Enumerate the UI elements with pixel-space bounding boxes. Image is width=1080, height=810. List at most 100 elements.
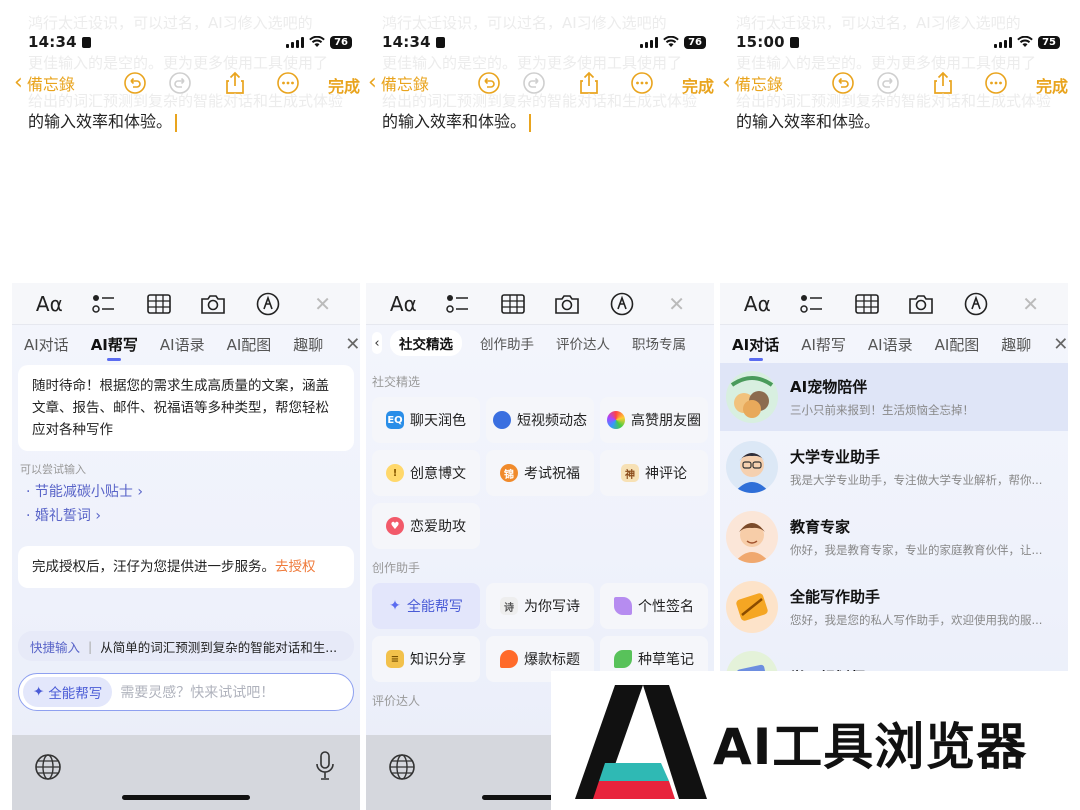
comment-icon: 神 — [621, 464, 639, 482]
tab-ai-chat[interactable]: AI对话 — [732, 334, 779, 355]
note-text[interactable]: 的输入效率和体验。 — [736, 108, 880, 132]
tab-ai-images[interactable]: AI配图 — [227, 334, 272, 355]
chip-label: 爆款标题 — [524, 652, 580, 668]
template-chip[interactable]: 个性签名 — [600, 583, 708, 629]
checklist-icon[interactable] — [89, 289, 119, 319]
chevron-left-icon[interactable]: ‹ — [372, 332, 382, 354]
clock: 15:00 — [736, 33, 785, 51]
quick-input-label: 快捷输入 — [30, 639, 81, 655]
authorize-link[interactable]: 去授权 — [275, 559, 316, 575]
template-chip[interactable]: 神神评论 — [600, 450, 708, 496]
microphone-icon[interactable] — [314, 751, 336, 781]
list-item[interactable]: 全能写作助手 您好，我是您的私人写作助手，欢迎使用我的服... — [720, 573, 1068, 641]
sprout-icon — [614, 650, 632, 668]
checklist-icon[interactable] — [443, 289, 473, 319]
lock-icon — [435, 36, 445, 48]
note-text[interactable]: 的输入效率和体验。 — [382, 108, 532, 132]
suggestion-link[interactable]: · 婚礼誓词 › — [26, 505, 101, 525]
format-text-button[interactable]: Aα — [388, 289, 418, 319]
list-item[interactable]: 教育专家 你好，我是教育专家，专业的家庭教育伙伴，让... — [720, 503, 1068, 571]
close-icon[interactable]: ✕ — [308, 289, 338, 319]
suggestion-link[interactable]: · 节能减碳小贴士 › — [26, 481, 143, 501]
tab-review-expert[interactable]: 评价达人 — [556, 333, 610, 353]
tab-creation-assistant[interactable]: 创作助手 — [480, 333, 534, 353]
tab-ai-write[interactable]: AI帮写 — [801, 334, 846, 355]
quick-input-bar[interactable]: 快捷输入 | 从简单的词汇预测到复杂的智能对话和生... — [18, 631, 354, 661]
signal-icon — [286, 36, 305, 48]
ai-tab-bar: AI对话 AI帮写 AI语录 AI配图 趣聊 ✕ — [12, 325, 360, 363]
chip-label: 聊天润色 — [410, 413, 466, 429]
camera-icon[interactable] — [552, 289, 582, 319]
watermark: AI工具浏览器 — [551, 671, 1080, 810]
phone-screen-ai-write: 鸿行太迁设识，可以过名，AI习修入选吧的 14:34 76 更佳输入的是空的。更… — [12, 0, 360, 810]
camera-icon[interactable] — [906, 289, 936, 319]
ai-tab-bar: AI对话 AI帮写 AI语录 AI配图 趣聊 ✕ — [720, 325, 1068, 363]
tab-ai-images[interactable]: AI配图 — [935, 334, 980, 355]
table-icon[interactable] — [498, 289, 528, 319]
tab-ai-chat[interactable]: AI对话 — [24, 334, 69, 355]
student-avatar — [726, 441, 778, 493]
sparkle-icon: ✦ — [389, 598, 401, 614]
ai-keyboard-panel: Aα ✕ AI对话 AI帮写 AI语录 AI配图 趣聊 ✕ 随时待命！根据您的需… — [12, 283, 360, 810]
battery-icon: 76 — [684, 35, 706, 49]
tab-social-picks[interactable]: 社交精选 — [390, 330, 462, 356]
tab-workplace[interactable]: 职场专属 — [632, 333, 686, 353]
close-icon[interactable]: ✕ — [1016, 289, 1046, 319]
template-chip[interactable]: 短视频动态 — [486, 397, 594, 443]
signal-icon — [994, 36, 1013, 48]
close-icon[interactable]: ✕ — [1053, 334, 1068, 355]
chevron-left-icon: ‹ — [722, 70, 731, 95]
note-text-content: 的输入效率和体验。 — [382, 112, 527, 131]
globe-icon[interactable] — [388, 753, 416, 781]
tab-ai-quotes[interactable]: AI语录 — [868, 334, 913, 355]
format-text-button[interactable]: Aα — [34, 289, 64, 319]
tab-fun-chat[interactable]: 趣聊 — [1001, 334, 1031, 355]
note-text[interactable]: 的输入效率和体验。 — [28, 108, 178, 132]
globe-icon[interactable] — [34, 753, 62, 781]
wifi-icon — [1017, 36, 1033, 47]
format-text-button[interactable]: Aα — [742, 289, 772, 319]
markup-pen-icon[interactable] — [253, 289, 283, 319]
item-subtitle: 您好，我是您的私人写作助手，欢迎使用我的服... — [790, 613, 1043, 627]
mode-pill[interactable]: ✦ 全能帮写 — [23, 677, 113, 707]
list-item[interactable]: AI宠物陪伴 三小只前来报到！生活烦恼全忘掉！ — [720, 363, 1068, 431]
divider: | — [88, 638, 93, 654]
list-item[interactable]: 大学专业助手 我是大学专业助手，专注做大学专业解析，帮你... — [720, 433, 1068, 501]
battery-icon: 76 — [330, 35, 352, 49]
item-subtitle: 你好，我是教育专家，专业的家庭教育伙伴，让... — [790, 543, 1043, 557]
template-chip[interactable]: ♥ 恋爱助攻 — [372, 503, 480, 549]
tab-fun-chat[interactable]: 趣聊 — [293, 334, 323, 355]
format-toolbar: Aα ✕ — [366, 283, 714, 325]
table-icon[interactable] — [852, 289, 882, 319]
heart-icon: ♥ — [386, 517, 404, 535]
watermark-logo-icon — [575, 685, 707, 799]
template-chip[interactable]: 高赞朋友圈 — [600, 397, 708, 443]
checklist-icon[interactable] — [797, 289, 827, 319]
camera-icon[interactable] — [198, 289, 228, 319]
status-bar: 14:34 76 — [28, 30, 352, 54]
markup-pen-icon[interactable] — [961, 289, 991, 319]
template-chip[interactable]: EQ 聊天润色 — [372, 397, 480, 443]
tab-ai-quotes[interactable]: AI语录 — [160, 334, 205, 355]
template-chip[interactable]: ! 创意博文 — [372, 450, 480, 496]
tab-ai-write[interactable]: AI帮写 — [91, 334, 138, 355]
format-toolbar: Aα ✕ — [12, 283, 360, 325]
template-chip[interactable]: ≡ 知识分享 — [372, 636, 480, 682]
notes-icon: ≡ — [386, 650, 404, 668]
template-chip[interactable]: 锦考试祝福 — [486, 450, 594, 496]
text-caret — [175, 113, 178, 132]
table-icon[interactable] — [144, 289, 174, 319]
watermark-text: AI工具浏览器 — [713, 718, 1028, 776]
pet-avatar — [726, 371, 778, 423]
template-chip[interactable]: 诗为你写诗 — [486, 583, 594, 629]
status-bar: 15:00 75 — [736, 30, 1060, 54]
template-chip[interactable]: ✦ 全能帮写 — [372, 583, 480, 629]
close-icon[interactable]: ✕ — [662, 289, 692, 319]
close-icon[interactable]: ✕ — [345, 334, 360, 355]
feather-icon — [614, 597, 632, 615]
ask-input-bar[interactable]: ✦ 全能帮写 需要灵感？快来试试吧！ — [18, 673, 354, 711]
chip-label: 种草笔记 — [638, 652, 694, 668]
markup-pen-icon[interactable] — [607, 289, 637, 319]
category-tab-bar: ‹ 社交精选 创作助手 评价达人 职场专属 — [366, 325, 714, 361]
chip-label: 短视频动态 — [517, 413, 587, 429]
